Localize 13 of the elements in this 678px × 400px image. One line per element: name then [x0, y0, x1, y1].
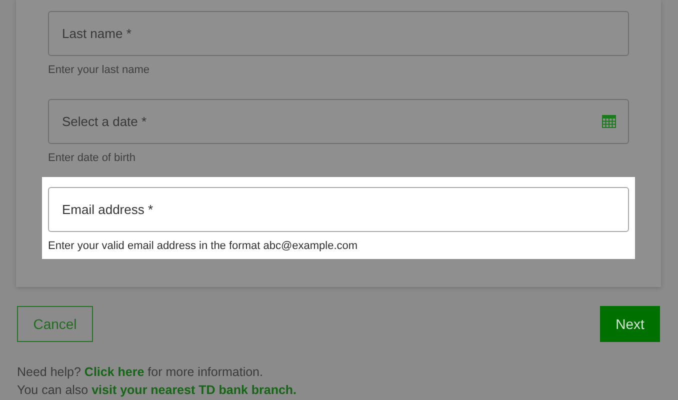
help-link[interactable]: Click here	[84, 365, 144, 379]
hint-text: Enter your last name	[48, 63, 150, 77]
help-link[interactable]: visit your nearest TD bank branch.	[92, 383, 297, 397]
help-text: Need help? Click here for more information.	[17, 364, 264, 381]
hint-text: Enter date of birth	[48, 151, 136, 165]
hint-text: Enter your valid email address in the format abc@example.com	[48, 239, 359, 253]
input-field[interactable]: Last name *	[48, 11, 629, 56]
next-button[interactable]: Next	[600, 306, 660, 342]
calendar-icon[interactable]	[602, 115, 616, 128]
help-text: You can also visit your nearest TD bank branch.	[17, 382, 298, 399]
cancel-button[interactable]: Cancel	[17, 306, 93, 342]
date-field[interactable]: Select a date *	[48, 99, 629, 144]
input-field[interactable]: Email address *	[48, 187, 629, 232]
